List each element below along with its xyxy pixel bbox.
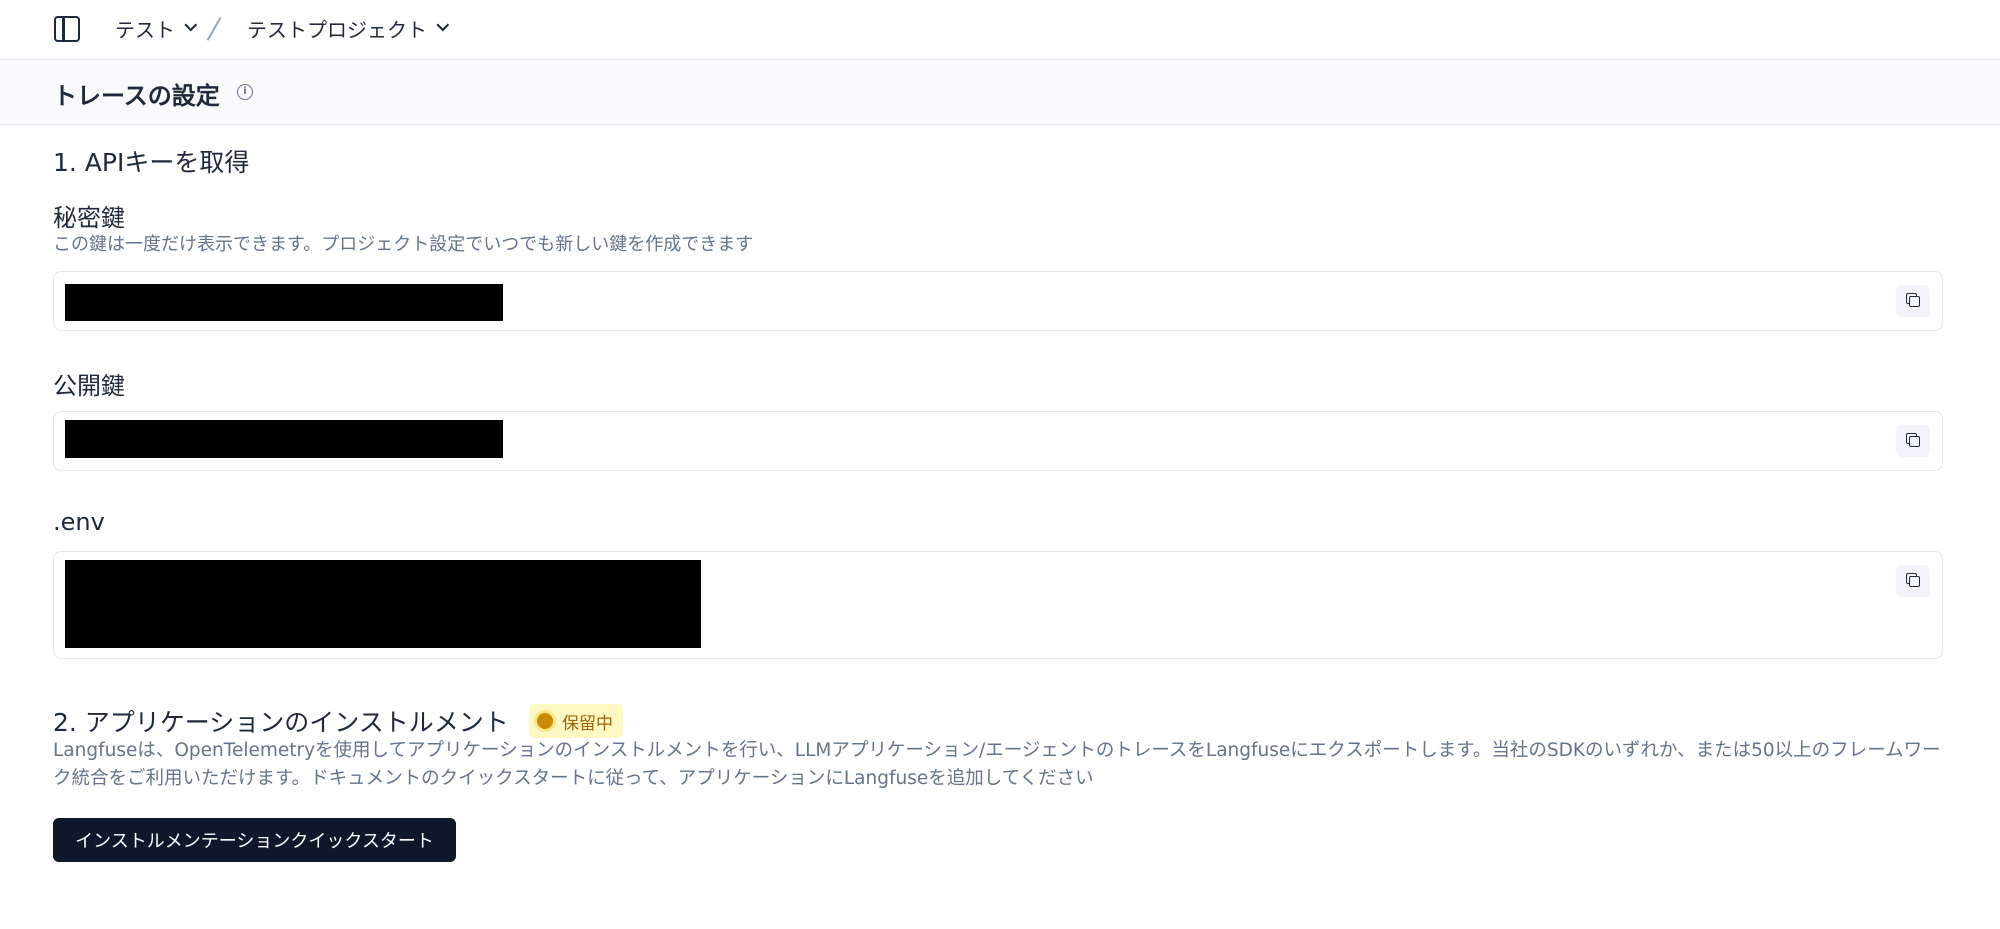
redacted-public-key — [65, 420, 503, 458]
copy-env-button[interactable] — [1896, 565, 1930, 597]
page-header: トレースの設定 i — [0, 60, 2000, 125]
chevron-down-icon — [436, 18, 450, 31]
instrumentation-quickstart-button[interactable]: インストルメンテーションクイックスタート — [53, 818, 456, 862]
top-bar: テスト テストプロジェクト — [0, 0, 2000, 60]
status-badge: 保留中 — [529, 704, 623, 738]
copy-secret-key-button[interactable] — [1896, 285, 1930, 317]
env-label: .env — [53, 508, 105, 536]
redacted-secret-key — [65, 284, 503, 321]
breadcrumb-project[interactable]: テストプロジェクト — [247, 12, 450, 44]
breadcrumb-org-label: テスト — [115, 17, 175, 42]
public-key-field[interactable] — [53, 411, 1943, 471]
info-icon[interactable]: i — [237, 84, 253, 100]
step2-title: 2. アプリケーションのインストルメント — [53, 708, 509, 737]
secret-key-description: この鍵は一度だけ表示できます。プロジェクト設定でいつでも新しい鍵を作成できます — [53, 234, 754, 255]
breadcrumb-separator — [206, 17, 222, 41]
pending-dot-icon — [537, 713, 553, 729]
chevron-down-icon — [184, 18, 198, 31]
secret-key-label: 秘密鍵 — [53, 204, 125, 232]
step2-description-line1: Langfuseは、OpenTelemetryを使用してアプリケーションのインス… — [53, 740, 1941, 761]
public-key-label: 公開鍵 — [53, 372, 125, 400]
breadcrumb-org[interactable]: テスト — [115, 12, 198, 44]
redacted-env — [65, 560, 701, 648]
secret-key-field[interactable] — [53, 271, 1943, 331]
step2-description-line2: ク統合をご利用いただけます。ドキュメントのクイックスタートに従って、アプリケーシ… — [53, 768, 1094, 789]
status-badge-label: 保留中 — [562, 713, 613, 734]
copy-public-key-button[interactable] — [1896, 425, 1930, 457]
sidebar-toggle-icon[interactable] — [54, 16, 80, 42]
env-field[interactable] — [53, 551, 1943, 659]
breadcrumb-project-label: テストプロジェクト — [247, 17, 427, 42]
page-title: トレースの設定 — [53, 82, 220, 110]
step1-title: 1. APIキーを取得 — [53, 148, 250, 177]
